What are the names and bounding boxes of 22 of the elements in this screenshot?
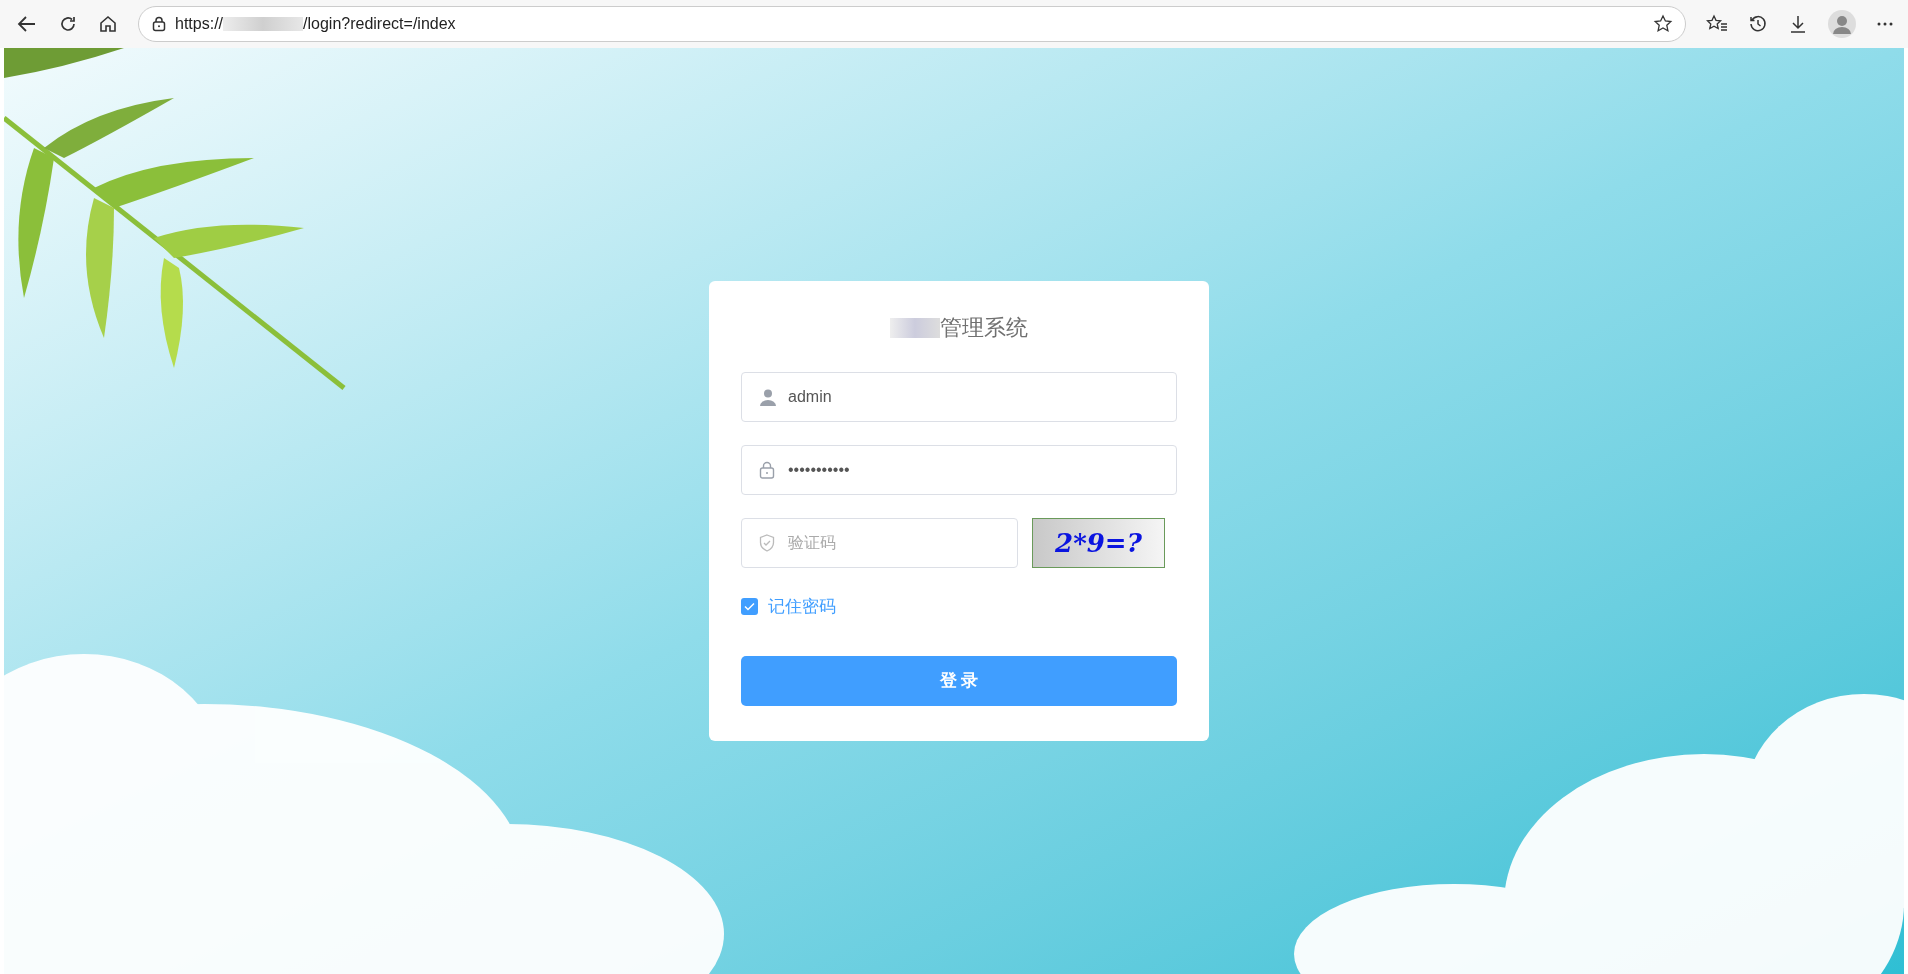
captcha-image[interactable]: 2*9=? xyxy=(1032,518,1165,568)
check-icon xyxy=(744,602,755,612)
url-text: https:// /login?redirect=/index xyxy=(175,14,456,34)
checkbox[interactable] xyxy=(741,598,758,616)
favorites-icon[interactable] xyxy=(1706,14,1728,34)
user-icon xyxy=(759,388,777,406)
username-field[interactable]: admin xyxy=(741,372,1177,422)
reload-icon[interactable] xyxy=(58,14,78,34)
more-icon[interactable] xyxy=(1876,21,1894,27)
blurred-block xyxy=(890,317,940,338)
lock-icon xyxy=(151,16,167,32)
history-icon[interactable] xyxy=(1748,14,1768,34)
password-field[interactable]: ••••••••••• xyxy=(741,445,1177,495)
address-bar[interactable]: https:// /login?redirect=/index xyxy=(138,6,1686,42)
shield-icon xyxy=(759,534,775,552)
avatar-icon[interactable] xyxy=(1828,10,1856,38)
captcha-field[interactable]: 验证码 xyxy=(741,518,1018,568)
home-icon[interactable] xyxy=(98,14,118,34)
star-icon[interactable] xyxy=(1653,14,1673,34)
lock-icon xyxy=(759,461,775,479)
login-title: 管理系统 xyxy=(940,314,1028,342)
download-icon[interactable] xyxy=(1788,14,1808,34)
